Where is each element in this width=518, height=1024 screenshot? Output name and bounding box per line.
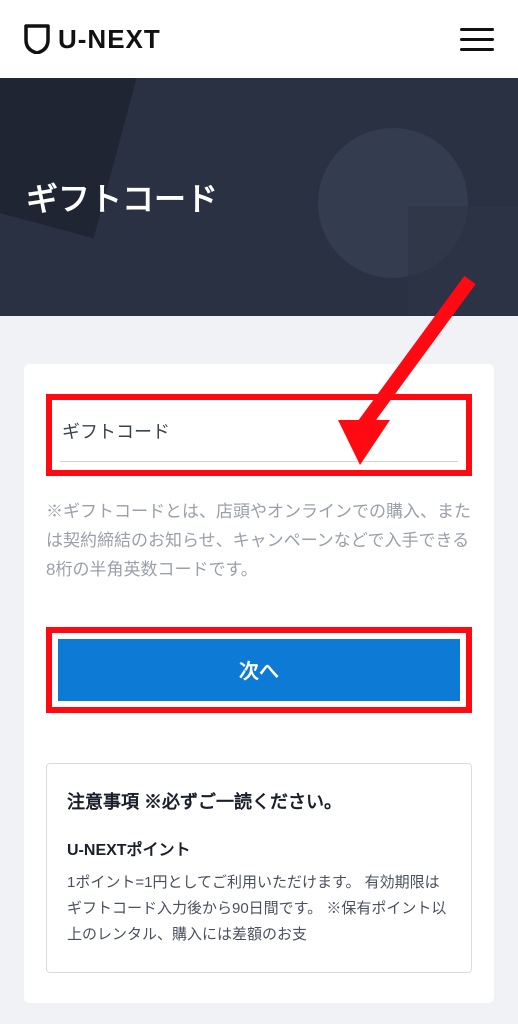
notes-body: 1ポイント=1円としてご利用いただけます。 有効期限はギフトコード入力後から90…	[67, 870, 451, 949]
brand-name: U-NEXT	[58, 24, 161, 55]
next-button[interactable]: 次へ	[58, 639, 460, 701]
gift-code-input[interactable]	[62, 422, 456, 443]
hero-banner: ギフトコード	[0, 78, 518, 316]
main-content: ※ギフトコードとは、店頭やオンラインでの購入、または契約締結のお知らせ、キャンペ…	[0, 316, 518, 1003]
notes-subtitle: U-NEXTポイント	[67, 836, 451, 860]
input-container	[60, 408, 458, 462]
app-header: U-NEXT	[0, 0, 518, 78]
brand-logo[interactable]: U-NEXT	[24, 24, 161, 55]
page-title: ギフトコード	[26, 174, 218, 220]
gift-code-card: ※ギフトコードとは、店頭やオンラインでの購入、または契約締結のお知らせ、キャンペ…	[24, 364, 494, 1003]
help-text: ※ギフトコードとは、店頭やオンラインでの購入、または契約締結のお知らせ、キャンペ…	[46, 498, 472, 585]
menu-icon[interactable]	[460, 28, 494, 51]
notes-title: 注意事項 ※必ずご一読ください。	[67, 788, 451, 814]
highlight-input	[46, 394, 472, 476]
decoration	[408, 206, 518, 316]
notes-box: 注意事項 ※必ずご一読ください。 U-NEXTポイント 1ポイント=1円としてご…	[46, 763, 472, 974]
highlight-button: 次へ	[46, 627, 472, 713]
shield-icon	[24, 24, 50, 54]
